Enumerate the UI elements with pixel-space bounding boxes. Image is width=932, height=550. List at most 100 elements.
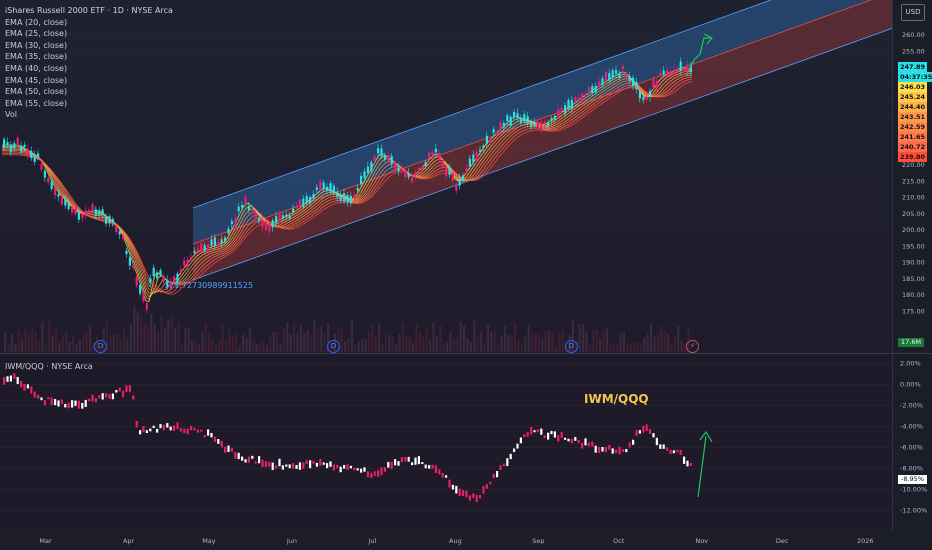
- volume-bar: [208, 333, 211, 352]
- ratio-last-tag: -8.95%: [898, 475, 927, 484]
- legend-ema-25[interactable]: EMA (25, close): [5, 28, 173, 40]
- dividend-marker-icon[interactable]: D: [94, 340, 107, 353]
- ratio-candle: [553, 431, 556, 438]
- ratio-candle: [414, 457, 417, 465]
- volume-bar: [167, 319, 170, 352]
- candle: [98, 210, 101, 216]
- candle: [115, 226, 118, 233]
- candle: [135, 277, 138, 286]
- ratio-candle: [458, 488, 461, 497]
- ratio-candle: [339, 466, 342, 473]
- volume-bar: [78, 339, 81, 352]
- ratio-candle: [26, 384, 29, 389]
- price-tick-label: 220.00: [902, 161, 925, 169]
- volume-bar: [72, 336, 75, 352]
- price-tick-label: 180.00: [902, 291, 925, 299]
- candle: [475, 151, 478, 161]
- legend-ema-55[interactable]: EMA (55, close): [5, 98, 173, 110]
- candle: [67, 202, 70, 209]
- volume-bar: [616, 344, 619, 352]
- ratio-candle: [210, 433, 213, 438]
- legend-ema-35[interactable]: EMA (35, close): [5, 51, 173, 63]
- candle: [217, 242, 220, 247]
- time-tick-label: Nov: [695, 537, 708, 545]
- legend-ema-45[interactable]: EMA (45, close): [5, 75, 173, 87]
- volume-bar: [371, 324, 374, 352]
- ratio-candle: [271, 462, 274, 471]
- candle: [343, 193, 346, 202]
- ratio-candle: [533, 430, 536, 433]
- volume-bar: [646, 334, 649, 352]
- volume-bar: [449, 330, 452, 352]
- legend-ema-30[interactable]: EMA (30, close): [5, 40, 173, 52]
- ratio-candle: [635, 430, 638, 436]
- legend-ema-20[interactable]: EMA (20, close): [5, 17, 173, 29]
- candle: [445, 167, 448, 176]
- ratio-candle: [319, 458, 322, 466]
- volume-bar: [551, 333, 554, 352]
- legend-ema-50[interactable]: EMA (50, close): [5, 86, 173, 98]
- legend-volume[interactable]: Vol: [5, 109, 173, 121]
- volume-bar: [238, 345, 241, 352]
- ratio-candle: [353, 467, 356, 471]
- candle: [448, 167, 451, 175]
- ratio-candle: [513, 448, 516, 453]
- candle: [356, 187, 359, 191]
- ratio-candle: [689, 462, 692, 466]
- volume-bar: [633, 342, 636, 352]
- dividend-marker-icon[interactable]: D: [327, 340, 340, 353]
- ratio-candle: [173, 425, 176, 431]
- candle: [594, 86, 597, 93]
- ratio-candle: [655, 437, 658, 446]
- volume-bar: [17, 330, 20, 352]
- volume-bar: [218, 340, 221, 352]
- candle: [550, 118, 553, 121]
- earnings-marker-icon[interactable]: ⚡: [686, 340, 699, 353]
- candle: [411, 177, 414, 183]
- volume-bar: [367, 330, 370, 352]
- volume-bar: [660, 325, 663, 352]
- volume-bar: [510, 334, 513, 352]
- candle: [547, 122, 550, 127]
- candle: [105, 216, 108, 224]
- ratio-candle: [370, 472, 373, 478]
- volume-bar: [68, 342, 71, 352]
- candle: [94, 209, 97, 216]
- volume-bar: [558, 334, 561, 352]
- ratio-candle: [581, 442, 584, 449]
- candle: [635, 81, 638, 90]
- volume-bar: [27, 333, 30, 352]
- volume-bar: [34, 331, 37, 352]
- ratio-candle: [254, 461, 257, 464]
- ratio-legend[interactable]: IWM/QQQ · NYSE Arca: [5, 362, 93, 371]
- candle: [64, 199, 67, 206]
- volume-bar: [650, 322, 653, 352]
- currency-button[interactable]: USD: [901, 4, 925, 21]
- volume-bar: [245, 337, 248, 352]
- ratio-candle: [618, 446, 621, 455]
- dividend-marker-icon[interactable]: D: [565, 340, 578, 353]
- volume-bar: [293, 322, 296, 352]
- ratio-candle: [608, 444, 611, 450]
- candle: [383, 155, 386, 160]
- volume-bar: [401, 322, 404, 352]
- volume-bar: [44, 342, 47, 352]
- volume-bar: [544, 331, 547, 352]
- volume-bar: [476, 337, 479, 352]
- time-tick-label: Apr: [123, 537, 135, 545]
- ratio-candle: [628, 442, 631, 448]
- ratio-candle: [373, 471, 376, 476]
- ratio-candle: [438, 469, 441, 475]
- candle: [122, 235, 125, 239]
- volume-bar: [89, 326, 92, 352]
- candle: [598, 81, 601, 87]
- volume-bar: [578, 324, 581, 352]
- price-tick-label: 215.00: [902, 177, 925, 185]
- candle: [227, 228, 230, 234]
- legend-ema-40[interactable]: EMA (40, close): [5, 63, 173, 75]
- ratio-candle: [666, 447, 669, 451]
- volume-bar: [384, 333, 387, 352]
- candle: [275, 216, 278, 224]
- ratio-candle: [258, 456, 261, 464]
- candle: [326, 186, 329, 192]
